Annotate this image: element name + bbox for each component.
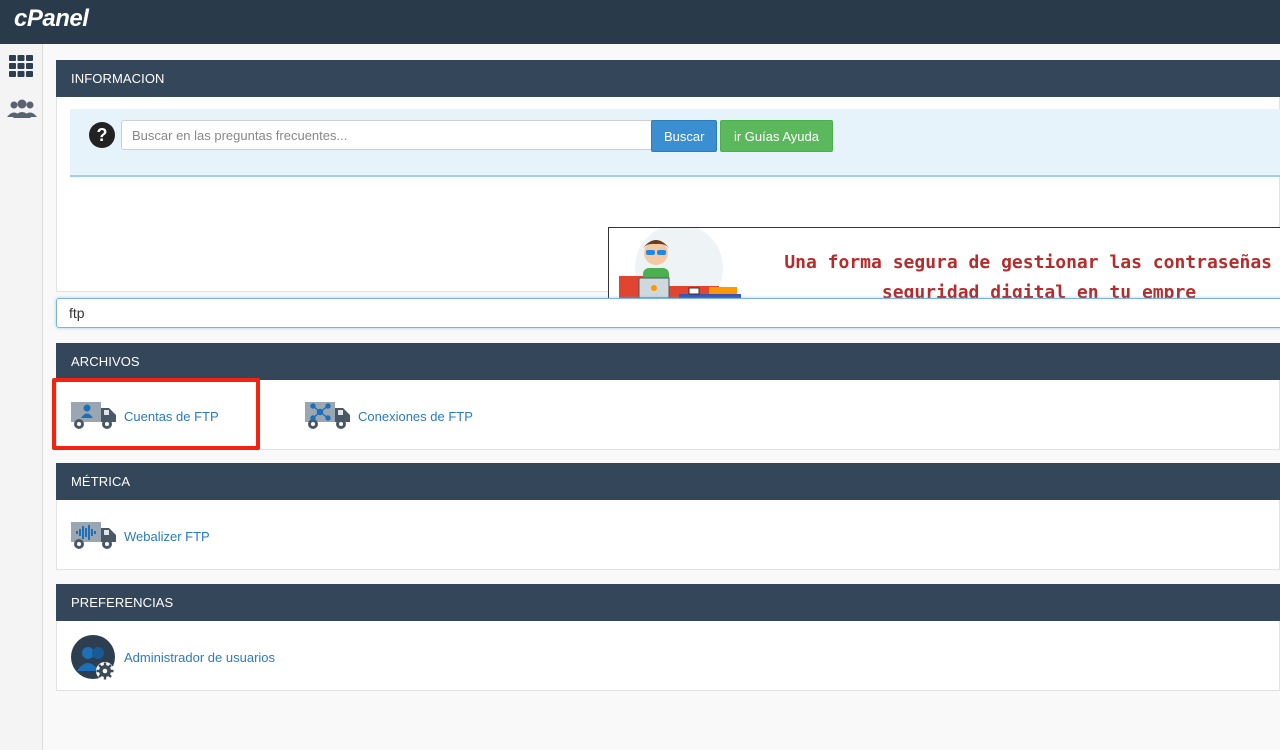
ftp-connections-label: Conexiones de FTP bbox=[358, 409, 473, 424]
ftp-accounts-label: Cuentas de FTP bbox=[124, 409, 219, 424]
webalizer-ftp-truck-icon bbox=[71, 522, 116, 549]
user-manager-icon bbox=[71, 635, 115, 680]
top-bar: cPanel bbox=[0, 0, 1280, 44]
tool-filter-input[interactable] bbox=[56, 298, 1280, 328]
metrica-items: Webalizer FTP bbox=[56, 500, 1280, 570]
ftp-connections-truck-icon bbox=[305, 402, 350, 429]
webalizer-ftp-label: Webalizer FTP bbox=[124, 529, 210, 544]
preferencias-items: Administrador de usuarios bbox=[56, 621, 1280, 691]
apps-grid-icon[interactable] bbox=[6, 54, 36, 80]
search-button[interactable]: Buscar bbox=[651, 120, 717, 152]
metrica-section: MÉTRICA Webalizer FTP bbox=[56, 463, 1280, 570]
side-nav bbox=[0, 44, 43, 750]
banner-line-1: Una forma segura de gestionar las contra… bbox=[784, 252, 1280, 273]
preferencias-section: PREFERENCIAS Administrador de usuarios bbox=[56, 584, 1280, 691]
preferencias-header: PREFERENCIAS bbox=[56, 584, 1280, 621]
users-group-icon[interactable] bbox=[6, 98, 37, 124]
ftp-accounts-truck-icon bbox=[71, 402, 116, 429]
archivos-section: ARCHIVOS Cuentas de FTP Conexiones de FT… bbox=[56, 343, 1280, 450]
metrica-header: MÉTRICA bbox=[56, 463, 1280, 500]
help-guides-button[interactable]: ir Guías Ayuda bbox=[720, 120, 833, 152]
info-header: INFORMACION bbox=[56, 60, 1280, 97]
question-icon: ? bbox=[89, 122, 115, 148]
faq-search-input[interactable] bbox=[121, 120, 655, 150]
info-panel: INFORMACION ? Buscar ir Guías Ayuda bbox=[56, 60, 1280, 317]
user-manager-label: Administrador de usuarios bbox=[124, 650, 276, 665]
archivos-items: Cuentas de FTP Conexiones de FTP bbox=[56, 380, 1280, 450]
info-body: ? Buscar ir Guías Ayuda bbox=[56, 97, 1280, 317]
cpanel-logo[interactable]: cPanel bbox=[14, 5, 89, 33]
faq-search-bar: ? Buscar ir Guías Ayuda bbox=[70, 109, 1280, 177]
archivos-header: ARCHIVOS bbox=[56, 343, 1280, 380]
